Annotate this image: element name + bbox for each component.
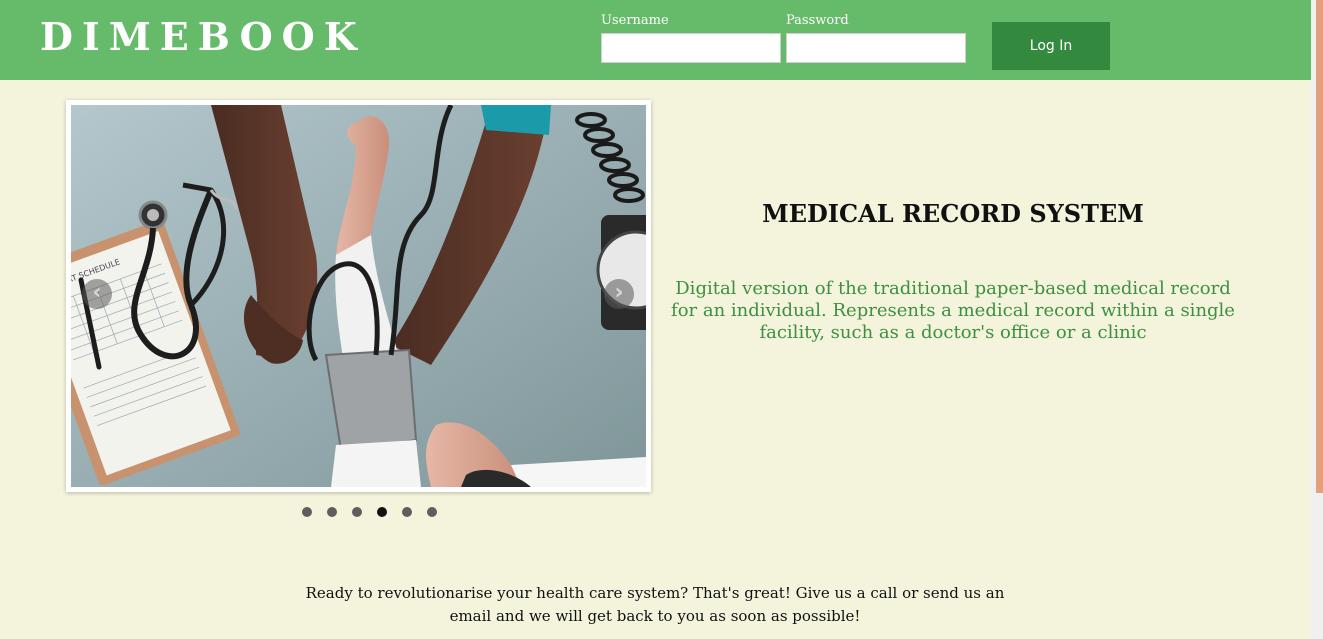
username-input[interactable] (601, 33, 781, 63)
carousel-indicators (302, 507, 447, 517)
login-button[interactable]: Log In (992, 22, 1110, 70)
password-input[interactable] (786, 33, 966, 63)
carousel-dot[interactable] (402, 507, 413, 517)
medical-checkup-illustration: REPORT SCHEDULE (71, 105, 646, 487)
hero-title: MEDICAL RECORD SYSTEM (762, 199, 1144, 228)
carousel-prev-arrow[interactable]: ‹ (82, 279, 112, 309)
password-label: Password (786, 13, 849, 28)
carousel-dot[interactable] (427, 507, 438, 517)
carousel-dot[interactable] (327, 507, 338, 517)
page-scrollbar-thumb[interactable] (1316, 0, 1323, 493)
top-navbar: DIMEBOOK Username Password Log In (0, 0, 1311, 80)
carousel-next-arrow[interactable]: › (604, 279, 634, 309)
username-label: Username (601, 13, 669, 28)
carousel-dot[interactable] (352, 507, 363, 517)
carousel-dot[interactable] (302, 507, 312, 517)
contact-cta-text: Ready to revolutionarise your health car… (305, 584, 1005, 625)
hero-description: Digital version of the traditional paper… (671, 278, 1235, 343)
carousel-dot-active[interactable] (377, 507, 388, 517)
site-logo[interactable]: DIMEBOOK (40, 14, 366, 59)
page: DIMEBOOK Username Password Log In REPORT… (0, 0, 1323, 639)
image-carousel: REPORT SCHEDULE ‹ › (66, 100, 651, 492)
carousel-slide-image: REPORT SCHEDULE (71, 105, 646, 487)
